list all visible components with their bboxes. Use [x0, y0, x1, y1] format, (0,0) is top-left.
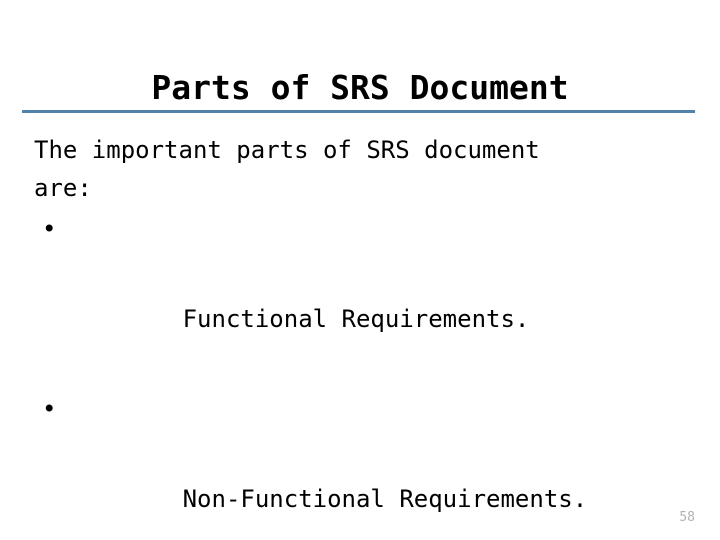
intro-paragraph: The important parts of SRS document are:: [34, 136, 540, 202]
list-item: • Non-Functional Requirements.: [34, 387, 694, 540]
bullet-list: • Functional Requirements. • Non-Functio…: [34, 207, 694, 540]
list-item: • Functional Requirements.: [34, 207, 694, 387]
bullet-icon: •: [42, 215, 57, 243]
list-item-label: Non-Functional Requirements.: [182, 485, 588, 513]
bullet-icon: •: [42, 395, 57, 423]
title-divider: [22, 110, 695, 113]
presentation-slide: Parts of SRS Document The important part…: [0, 0, 720, 540]
page-title: Parts of SRS Document: [151, 68, 569, 108]
slide-body: The important parts of SRS document are:…: [34, 131, 694, 540]
page-number: 58: [679, 510, 695, 525]
list-item-label: Functional Requirements.: [182, 305, 530, 333]
